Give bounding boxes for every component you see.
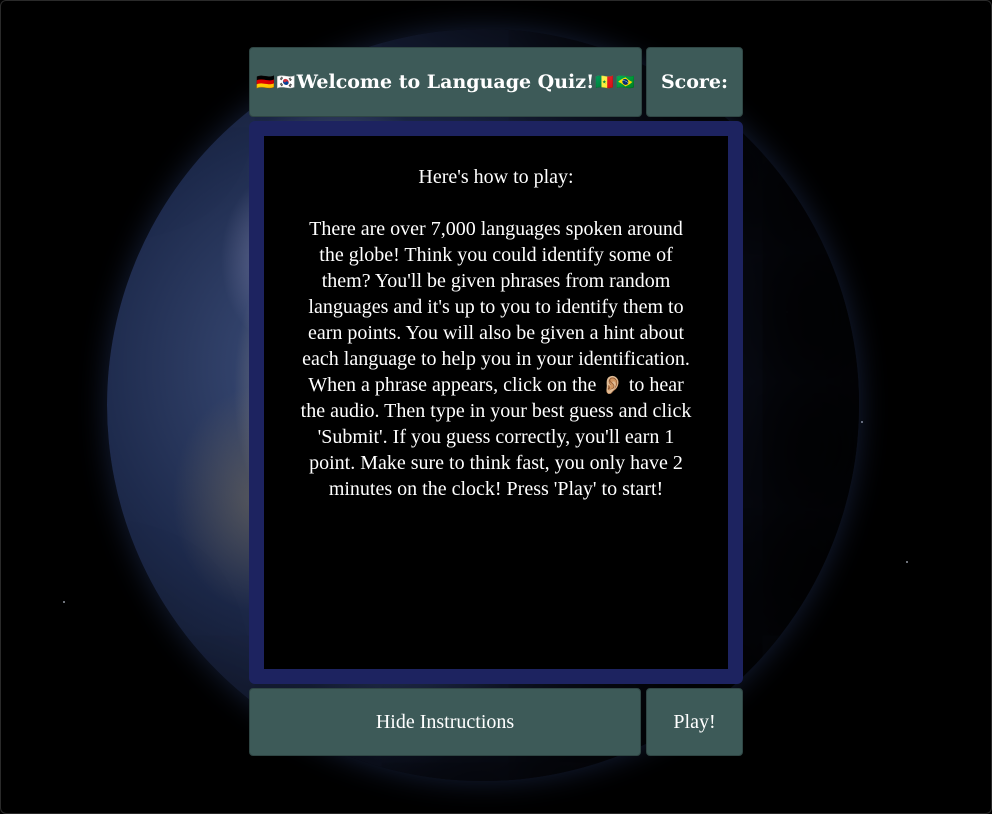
hide-instructions-label: Hide Instructions	[375, 710, 515, 733]
korean-flag-icon: 🇰🇷	[276, 73, 296, 91]
app-window: 🇩🇪 🇰🇷 Welcome to Language Quiz! 🇸🇳 🇧🇷 Sc…	[0, 0, 992, 814]
star	[861, 421, 863, 423]
ear-icon: 👂🏼	[601, 375, 624, 395]
instructions-panel: Here's how to play: There are over 7,000…	[249, 121, 743, 684]
instructions-body-part1: There are over 7,000 languages spoken ar…	[302, 218, 690, 396]
instructions-heading: Here's how to play:	[418, 166, 574, 188]
score-label: Score:	[660, 71, 729, 93]
star	[906, 561, 908, 563]
quiz-title: 🇩🇪 🇰🇷 Welcome to Language Quiz! 🇸🇳 🇧🇷	[249, 47, 642, 117]
instructions-content: Here's how to play: There are over 7,000…	[264, 136, 728, 669]
instructions-text: There are over 7,000 languages spoken ar…	[300, 216, 692, 502]
quiz-title-text: Welcome to Language Quiz!	[296, 71, 595, 93]
german-flag-icon: 🇩🇪	[256, 73, 275, 91]
senegal-flag-icon: 🇸🇳	[595, 73, 615, 91]
play-button[interactable]: Play!	[646, 688, 743, 756]
brazil-flag-icon: 🇧🇷	[616, 73, 635, 91]
hide-instructions-button[interactable]: Hide Instructions	[249, 688, 641, 756]
play-button-label: Play!	[673, 710, 716, 733]
score-display: Score:	[646, 47, 743, 117]
star	[63, 601, 65, 603]
